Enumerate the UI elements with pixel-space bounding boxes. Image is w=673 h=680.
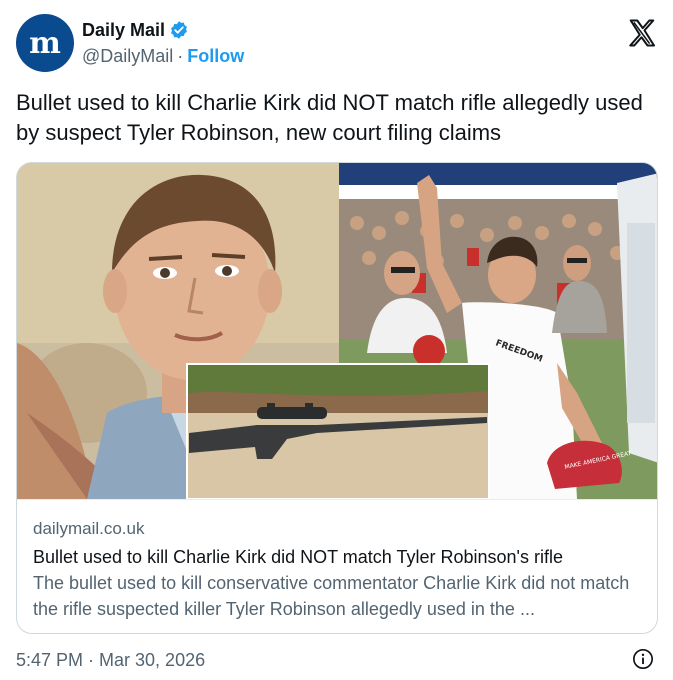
- x-logo-icon[interactable]: [627, 18, 657, 48]
- card-image[interactable]: FREEDOM MAKE AMERICA GREAT: [17, 163, 657, 499]
- avatar[interactable]: m: [16, 14, 74, 72]
- daily-mail-logo-icon: m: [29, 26, 61, 60]
- card-image-collage: FREEDOM MAKE AMERICA GREAT: [17, 163, 657, 499]
- timestamp[interactable]: 5:47 PM · Mar 30, 2026: [16, 650, 205, 670]
- info-icon[interactable]: [632, 648, 654, 670]
- tweet-header: m Daily Mail @DailyMail · Follow: [16, 14, 657, 74]
- card-title: Bullet used to kill Charlie Kirk did NOT…: [33, 547, 563, 567]
- follow-button[interactable]: Follow: [187, 46, 244, 67]
- account-handle[interactable]: @DailyMail: [82, 46, 173, 67]
- account-identity: Daily Mail @DailyMail · Follow: [82, 18, 244, 67]
- account-name[interactable]: Daily Mail: [82, 20, 165, 41]
- link-preview-card[interactable]: FREEDOM MAKE AMERICA GREAT dailymail.co.…: [16, 162, 658, 634]
- svg-text:m: m: [29, 26, 61, 60]
- separator-dot: ·: [177, 46, 184, 66]
- card-description: The bullet used to kill conservative com…: [33, 573, 630, 619]
- card-domain: dailymail.co.uk: [33, 519, 145, 538]
- tweet-text: Bullet used to kill Charlie Kirk did NOT…: [16, 90, 643, 145]
- verified-badge-icon: [171, 21, 187, 39]
- card-meta[interactable]: dailymail.co.uk Bullet used to kill Char…: [17, 499, 657, 633]
- tweet-footer: 5:47 PM · Mar 30, 2026: [16, 646, 658, 674]
- rifle-photo: [186, 363, 490, 499]
